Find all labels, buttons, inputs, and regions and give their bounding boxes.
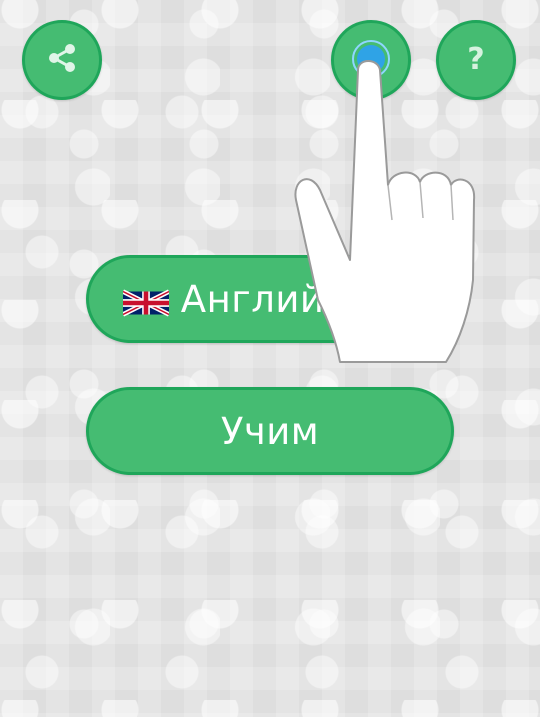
share-button[interactable]: [22, 20, 102, 100]
share-icon: [45, 41, 79, 79]
pointing-hand-icon: [294, 60, 476, 363]
learn-label: Учим: [220, 409, 320, 453]
learn-button[interactable]: Учим: [86, 387, 454, 475]
uk-flag-icon: [121, 284, 170, 317]
